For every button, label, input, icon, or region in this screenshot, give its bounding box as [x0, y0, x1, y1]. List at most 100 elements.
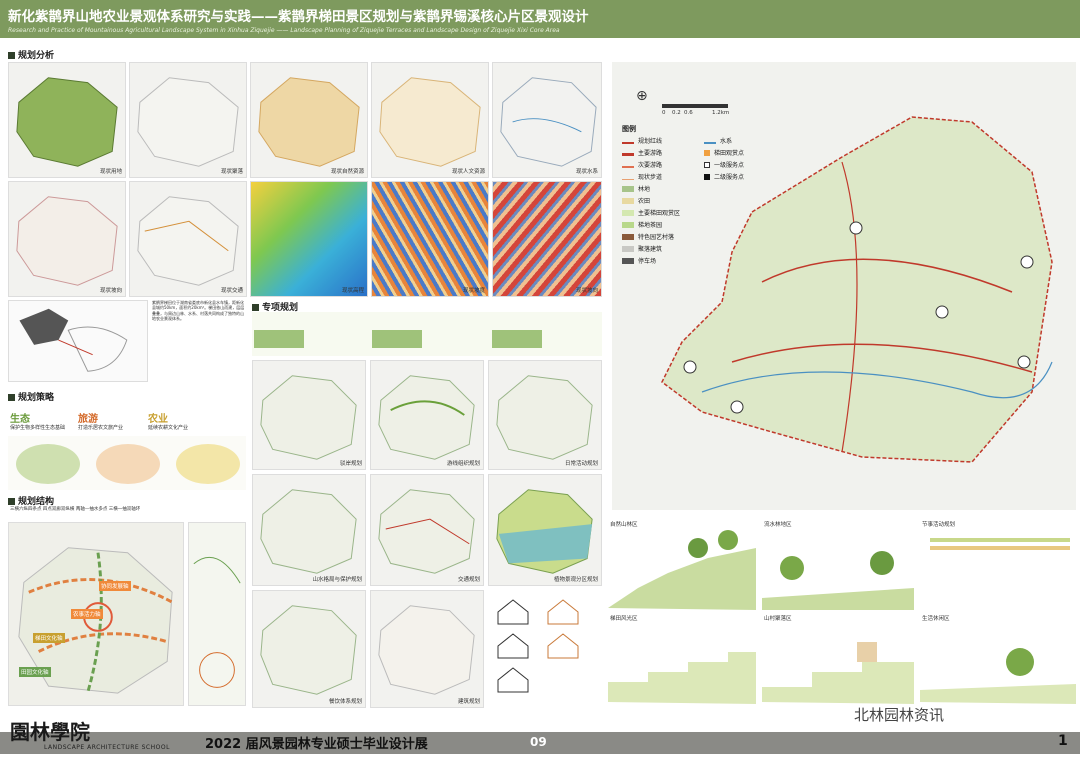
poster-subtitle: Research and Practice of Mountainous Agr… [8, 27, 560, 34]
caption: 植物景观分区规划 [553, 577, 598, 583]
special-map-vegetation: 植物景观分区规划 [488, 474, 602, 586]
section-natural-forest: 自然山林区 [608, 518, 756, 610]
exhibition-title: 2022 届风景园林专业硕士毕业设计展 [205, 737, 428, 752]
section-label: 梯田风光区 [610, 616, 638, 622]
scale-bar [662, 104, 728, 108]
map-thumb-slope: 现状坡度 [371, 181, 489, 297]
page-number: 1 [1058, 733, 1068, 749]
watermark: 北林园林资讯 [854, 704, 945, 725]
school-logo: 園林學院 [10, 720, 90, 744]
axis-label: 田园文化轴 [19, 667, 51, 677]
section-label: 节事活动规划 [922, 522, 956, 528]
school-logo-sub: LANDSCAPE ARCHITECTURE SCHOOL [44, 744, 170, 751]
section-analysis: 规划分析 [8, 48, 54, 61]
caption: 现状坡度 [462, 288, 485, 294]
caption: 驳岸规划 [339, 461, 362, 467]
caption: 现状坡向 [99, 288, 122, 294]
strategy-ecology: 生态 [10, 414, 30, 425]
scale-label: 0 [662, 110, 666, 116]
caption: 现状交通 [220, 288, 243, 294]
caption: 现状用地 [99, 169, 122, 175]
special-map-catering: 餐饮体系规划 [252, 590, 366, 708]
map-thumb-landuse: 现状用地 [8, 62, 126, 178]
caption: 建筑规划 [457, 699, 480, 705]
legend-item: 林地 [622, 184, 650, 193]
legend-item: 停车场 [622, 256, 656, 265]
caption: 山水格局与保护规划 [312, 577, 362, 583]
strategy-tourism: 旅游 [78, 414, 98, 425]
legend-title: 图例 [622, 125, 636, 133]
special-map-activity: 日常活动规划 [488, 360, 602, 470]
strategy-diagrams [8, 436, 246, 490]
map-thumb-slope-aspect: 现状坡向 [8, 181, 126, 297]
caption: 现状人文资源 [451, 169, 485, 175]
special-map-landscape-protection: 山水格局与保护规划 [252, 474, 366, 586]
legend-item: 一级服务点 [704, 160, 744, 169]
special-map-route: 游线组织规划 [370, 360, 484, 470]
north-arrow-icon: ⊕ [636, 88, 648, 104]
legend-item: 农田 [622, 196, 650, 205]
location-map [8, 300, 148, 382]
section-leisure: 生活休闲区 [920, 612, 1076, 704]
caption: 现状坡向 [575, 288, 598, 294]
strategy-agriculture: 农业 [148, 414, 168, 425]
special-map-traffic: 交通规划 [370, 474, 484, 586]
caption: 现状聚落 [220, 169, 243, 175]
map-thumb-traffic: 现状交通 [129, 181, 247, 297]
section-label: 流水林地区 [764, 522, 792, 528]
map-thumb-water: 现状水系 [492, 62, 602, 178]
legend-item: 聚落建筑 [622, 244, 662, 253]
legend-item: 规划红线 [622, 136, 662, 145]
caption: 现状自然资源 [330, 169, 364, 175]
section-label: 生活休闲区 [922, 616, 950, 622]
map-thumb-elevation: 现状高程 [250, 181, 368, 297]
scale-label: 0.2 [672, 110, 681, 116]
section-label: 山村聚落区 [764, 616, 792, 622]
map-thumb-settlement: 现状聚落 [129, 62, 247, 178]
axis-label: 梯田文化轴 [33, 633, 65, 643]
map-thumb-aspect: 现状坡向 [492, 181, 602, 297]
master-plan: ⊕ 0 0.2 0.6 1.2km 图例 规划红线 主要游路 次要游路 现状步道… [612, 62, 1076, 510]
special-map-bank: 驳岸规划 [252, 360, 366, 470]
section-terrace: 梯田风光区 [608, 612, 756, 704]
special-strategy-strip [252, 312, 602, 356]
axis-label: 农事活力轴 [71, 609, 103, 619]
poster-title: 新化紫鹊界山地农业景观体系研究与实践——紫鹊界梯田景区规划与紫鹊界锡溪核心片区景… [8, 9, 589, 25]
structure-map: 协同发展轴 农事活力轴 梯田文化轴 田园文化轴 [8, 522, 184, 706]
legend-item: 梯地茶园 [622, 220, 662, 229]
caption: 现状高程 [341, 288, 364, 294]
strategy-sub-tourism: 打造乐居农文旅产业 [78, 425, 124, 431]
section-stream-forest: 流水林地区 [762, 518, 914, 610]
legend-item: 主要游路 [622, 148, 662, 157]
header-bar: 新化紫鹊界山地农业景观体系研究与实践——紫鹊界梯田景区规划与紫鹊界锡溪核心片区景… [0, 0, 1080, 38]
legend-item: 现状步道 [622, 172, 662, 181]
legend-item: 次要游路 [622, 160, 662, 169]
structure-summary: 三横六纵四条点 四点双廊双纵横 两轴—抽水多点 三横一抽双轴环 [10, 507, 141, 512]
building-typology [488, 590, 602, 708]
strategy-sub-agriculture: 延续农耕文化产业 [148, 425, 189, 431]
legend-item: 水系 [704, 136, 732, 145]
strategy-sub-ecology: 保护生物多样性生态基础 [10, 425, 66, 431]
structure-inset [188, 522, 246, 706]
legend-item: 梯田观赏点 [704, 148, 744, 157]
caption: 游线组织规划 [446, 461, 480, 467]
legend-item: 二级服务点 [704, 172, 744, 181]
caption: 日常活动规划 [564, 461, 598, 467]
special-map-building: 建筑规划 [370, 590, 484, 708]
section-label: 自然山林区 [610, 522, 638, 528]
festival-plan: 节事活动规划 [920, 518, 1076, 610]
scale-label: 1.2km [712, 110, 730, 116]
axis-label: 协同发展轴 [99, 581, 131, 591]
caption: 餐饮体系规划 [328, 699, 362, 705]
legend-item: 主要梯田观赏区 [622, 208, 680, 217]
map-thumb-natural: 现状自然资源 [250, 62, 368, 178]
map-thumb-cultural: 现状人文资源 [371, 62, 489, 178]
exhibition-number: 09 [530, 735, 547, 749]
section-strategy: 规划策略 [8, 390, 54, 403]
scale-label: 0.6 [684, 110, 693, 116]
caption: 现状水系 [575, 169, 598, 175]
caption: 交通规划 [457, 577, 480, 583]
legend-item: 特色园艺村落 [622, 232, 674, 241]
section-village: 山村聚落区 [762, 612, 914, 704]
location-description: 紫鹊界梯田位于湖南省娄底市新化县水车镇，距新化县城约50km，面积约20km²。… [152, 300, 245, 321]
